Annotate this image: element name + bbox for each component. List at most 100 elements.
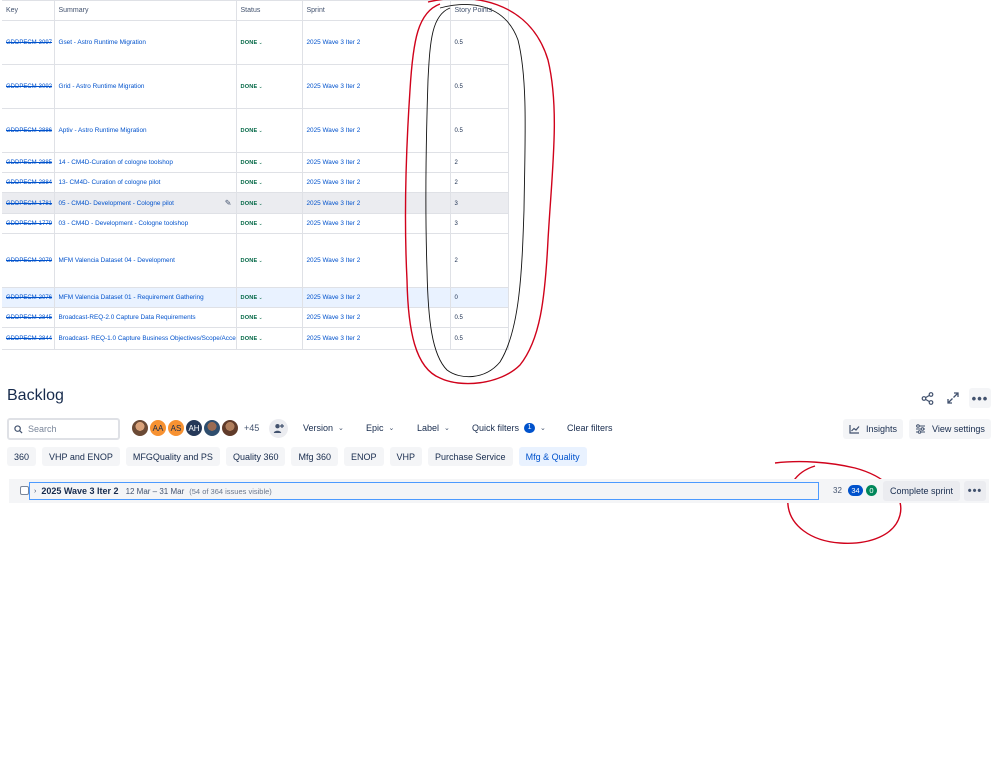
table-row[interactable]: GDDPECM-2845 Broadcast-REQ-2.0 Capture Da… — [2, 307, 509, 328]
issue-key-link[interactable]: GDDPECM-2079 — [6, 258, 52, 264]
issue-summary-link[interactable]: Broadcast-REQ-2.0 Capture Data Requireme… — [59, 314, 196, 321]
issue-key-link[interactable]: GDDPECM-2844 — [6, 336, 52, 342]
issue-summary-link[interactable]: MFM Valencia Dataset 04 - Development — [59, 257, 175, 264]
summary-cell: Broadcast- REQ-1.0 Capture Business Obje… — [54, 327, 237, 350]
status-lozenge[interactable]: DONE — [241, 258, 258, 264]
add-people-button[interactable] — [269, 419, 288, 438]
complete-sprint-button[interactable]: Complete sprint — [883, 481, 961, 501]
chip-quality-360[interactable]: Quality 360 — [225, 447, 286, 466]
table-row[interactable]: GDDPECM-2885 14 - CM4D-Curation of cologn… — [2, 152, 509, 173]
issue-key-link[interactable]: GDDPECM-3097 — [6, 40, 52, 46]
issue-key-link[interactable]: GDDPECM-2884 — [6, 180, 52, 186]
avatar[interactable] — [220, 418, 240, 438]
table-row[interactable]: GDDPECM-3097 Gset - Astro Runtime Migrati… — [2, 20, 509, 65]
search-input[interactable] — [28, 424, 113, 434]
chip-mfgquality-and-ps[interactable]: MFGQuality and PS — [125, 447, 220, 466]
issue-summary-link[interactable]: Broadcast- REQ-1.0 Capture Business Obje… — [59, 335, 236, 342]
avatar[interactable]: AS — [166, 418, 186, 438]
sprint-link[interactable]: 2025 Wave 3 Iter 2 — [307, 314, 361, 321]
status-lozenge[interactable]: DONE — [241, 201, 258, 207]
chevron-down-icon: ⌄ — [388, 425, 395, 432]
sprint-link[interactable]: 2025 Wave 3 Iter 2 — [307, 294, 361, 301]
insights-button[interactable]: Insights — [843, 419, 904, 439]
share-icon[interactable] — [919, 390, 936, 407]
sprint-link[interactable]: 2025 Wave 3 Iter 2 — [307, 179, 361, 186]
more-avatars-count[interactable]: +45 — [244, 423, 259, 433]
status-lozenge[interactable]: DONE — [241, 315, 258, 321]
status-lozenge[interactable]: DONE — [241, 295, 258, 301]
chip-purchase-service[interactable]: Purchase Service — [428, 447, 513, 466]
issue-summary-link[interactable]: Grid - Astro Runtime Migration — [59, 83, 145, 90]
pencil-icon[interactable]: ✎ — [225, 199, 232, 208]
more-actions-button[interactable]: ••• — [969, 388, 991, 408]
chip-vhp-and-enop[interactable]: VHP and ENOP — [42, 447, 120, 466]
column-header-key[interactable]: Key — [2, 0, 55, 21]
status-lozenge[interactable]: DONE — [241, 336, 258, 342]
issue-key-link[interactable]: GDDPECM-2886 — [6, 128, 52, 134]
status-lozenge[interactable]: DONE — [241, 40, 258, 46]
sprint-link[interactable]: 2025 Wave 3 Iter 2 — [307, 159, 361, 166]
issue-summary-link[interactable]: 03 - CM4D - Development - Cologne toolsh… — [59, 220, 189, 227]
table-row[interactable]: GDDPECM-2886 Aptiv - Astro Runtime Migrat… — [2, 108, 509, 153]
table-row[interactable]: GDDPECM-1781 05 - CM4D- Development - Col… — [2, 192, 509, 214]
story-points-cell: 0.5 — [450, 327, 509, 350]
issue-summary-link[interactable]: 13- CM4D- Curation of cologne pilot — [59, 179, 161, 186]
story-points-cell: 0.5 — [450, 20, 509, 65]
issue-summary-link[interactable]: Gset - Astro Runtime Migration — [59, 39, 146, 46]
status-lozenge[interactable]: DONE — [241, 180, 258, 186]
avatar[interactable] — [130, 418, 150, 438]
sprint-title-toggle[interactable]: › 2025 Wave 3 Iter 2 12 Mar – 31 Mar (54… — [29, 482, 819, 500]
table-row[interactable]: GDDPECM-2884 13- CM4D- Curation of cologn… — [2, 172, 509, 193]
sprint-link[interactable]: 2025 Wave 3 Iter 2 — [307, 83, 361, 90]
avatar[interactable] — [202, 418, 222, 438]
story-points-cell: 0 — [450, 287, 509, 308]
epic-filter-dropdown[interactable]: Epic ⌄ — [366, 423, 394, 433]
table-row[interactable]: GDDPECM-3092 Grid - Astro Runtime Migrati… — [2, 64, 509, 109]
status-lozenge[interactable]: DONE — [241, 84, 258, 90]
issue-key-link[interactable]: GDDPECM-2845 — [6, 315, 52, 321]
chip-enop[interactable]: ENOP — [344, 447, 384, 466]
column-header-sprint[interactable]: Sprint — [302, 0, 451, 21]
label-filter-dropdown[interactable]: Label ⌄ — [417, 423, 450, 433]
sprint-link[interactable]: 2025 Wave 3 Iter 2 — [307, 127, 361, 134]
issue-key-link[interactable]: GDDPECM-2076 — [6, 295, 52, 301]
issue-summary-link[interactable]: 14 - CM4D-Curation of cologne toolshop — [59, 159, 173, 166]
issue-summary-link[interactable]: 05 - CM4D- Development - Cologne pilot — [59, 200, 174, 207]
issue-summary-link[interactable]: MFM Valencia Dataset 01 - Requirement Ga… — [59, 294, 204, 301]
sprint-link[interactable]: 2025 Wave 3 Iter 2 — [307, 335, 361, 342]
column-header-summary[interactable]: Summary — [54, 0, 237, 21]
status-lozenge[interactable]: DONE — [241, 160, 258, 166]
issue-key-link[interactable]: GDDPECM-3092 — [6, 84, 52, 90]
avatar[interactable]: AA — [148, 418, 168, 438]
sprint-more-button[interactable]: ••• — [964, 481, 986, 501]
issue-key-link[interactable]: GDDPECM-1779 — [6, 221, 52, 227]
column-header-status[interactable]: Status — [236, 0, 303, 21]
table-row[interactable]: GDDPECM-2076 MFM Valencia Dataset 01 - Re… — [2, 287, 509, 308]
column-header-story-points[interactable]: Story Points — [450, 0, 509, 21]
table-row[interactable]: GDDPECM-2079 MFM Valencia Dataset 04 - De… — [2, 233, 509, 288]
clear-filters-button[interactable]: Clear filters — [567, 423, 613, 433]
issue-key-link[interactable]: GDDPECM-1781 — [6, 201, 52, 207]
avatar[interactable]: AH — [184, 418, 204, 438]
sprint-select-checkbox[interactable] — [20, 486, 29, 495]
search-field[interactable] — [7, 418, 120, 440]
sprint-link[interactable]: 2025 Wave 3 Iter 2 — [307, 220, 361, 227]
chip-mfg-and-quality[interactable]: Mfg & Quality — [518, 447, 587, 466]
table-row[interactable]: GDDPECM-1779 03 - CM4D - Development - Co… — [2, 213, 509, 234]
issue-summary-link[interactable]: Aptiv - Astro Runtime Migration — [59, 127, 147, 134]
chip-mfg-360[interactable]: Mfg 360 — [291, 447, 338, 466]
chip-vhp[interactable]: VHP — [389, 447, 423, 466]
chip-360[interactable]: 360 — [7, 447, 37, 466]
expand-icon[interactable] — [944, 390, 961, 407]
quick-filters-dropdown[interactable]: Quick filters 1 ⌄ — [472, 423, 546, 433]
sprint-link[interactable]: 2025 Wave 3 Iter 2 — [307, 200, 361, 207]
version-filter-dropdown[interactable]: Version ⌄ — [303, 423, 344, 433]
status-lozenge[interactable]: DONE — [241, 221, 258, 227]
table-row[interactable]: GDDPECM-2844 Broadcast- REQ-1.0 Capture B… — [2, 327, 509, 350]
view-settings-button[interactable]: View settings — [909, 419, 991, 439]
issue-key-link[interactable]: GDDPECM-2885 — [6, 160, 52, 166]
sprint-link[interactable]: 2025 Wave 3 Iter 2 — [307, 257, 361, 264]
sprint-link[interactable]: 2025 Wave 3 Iter 2 — [307, 39, 361, 46]
issue-key-cell: GDDPECM-3092 — [2, 64, 55, 109]
status-lozenge[interactable]: DONE — [241, 128, 258, 134]
